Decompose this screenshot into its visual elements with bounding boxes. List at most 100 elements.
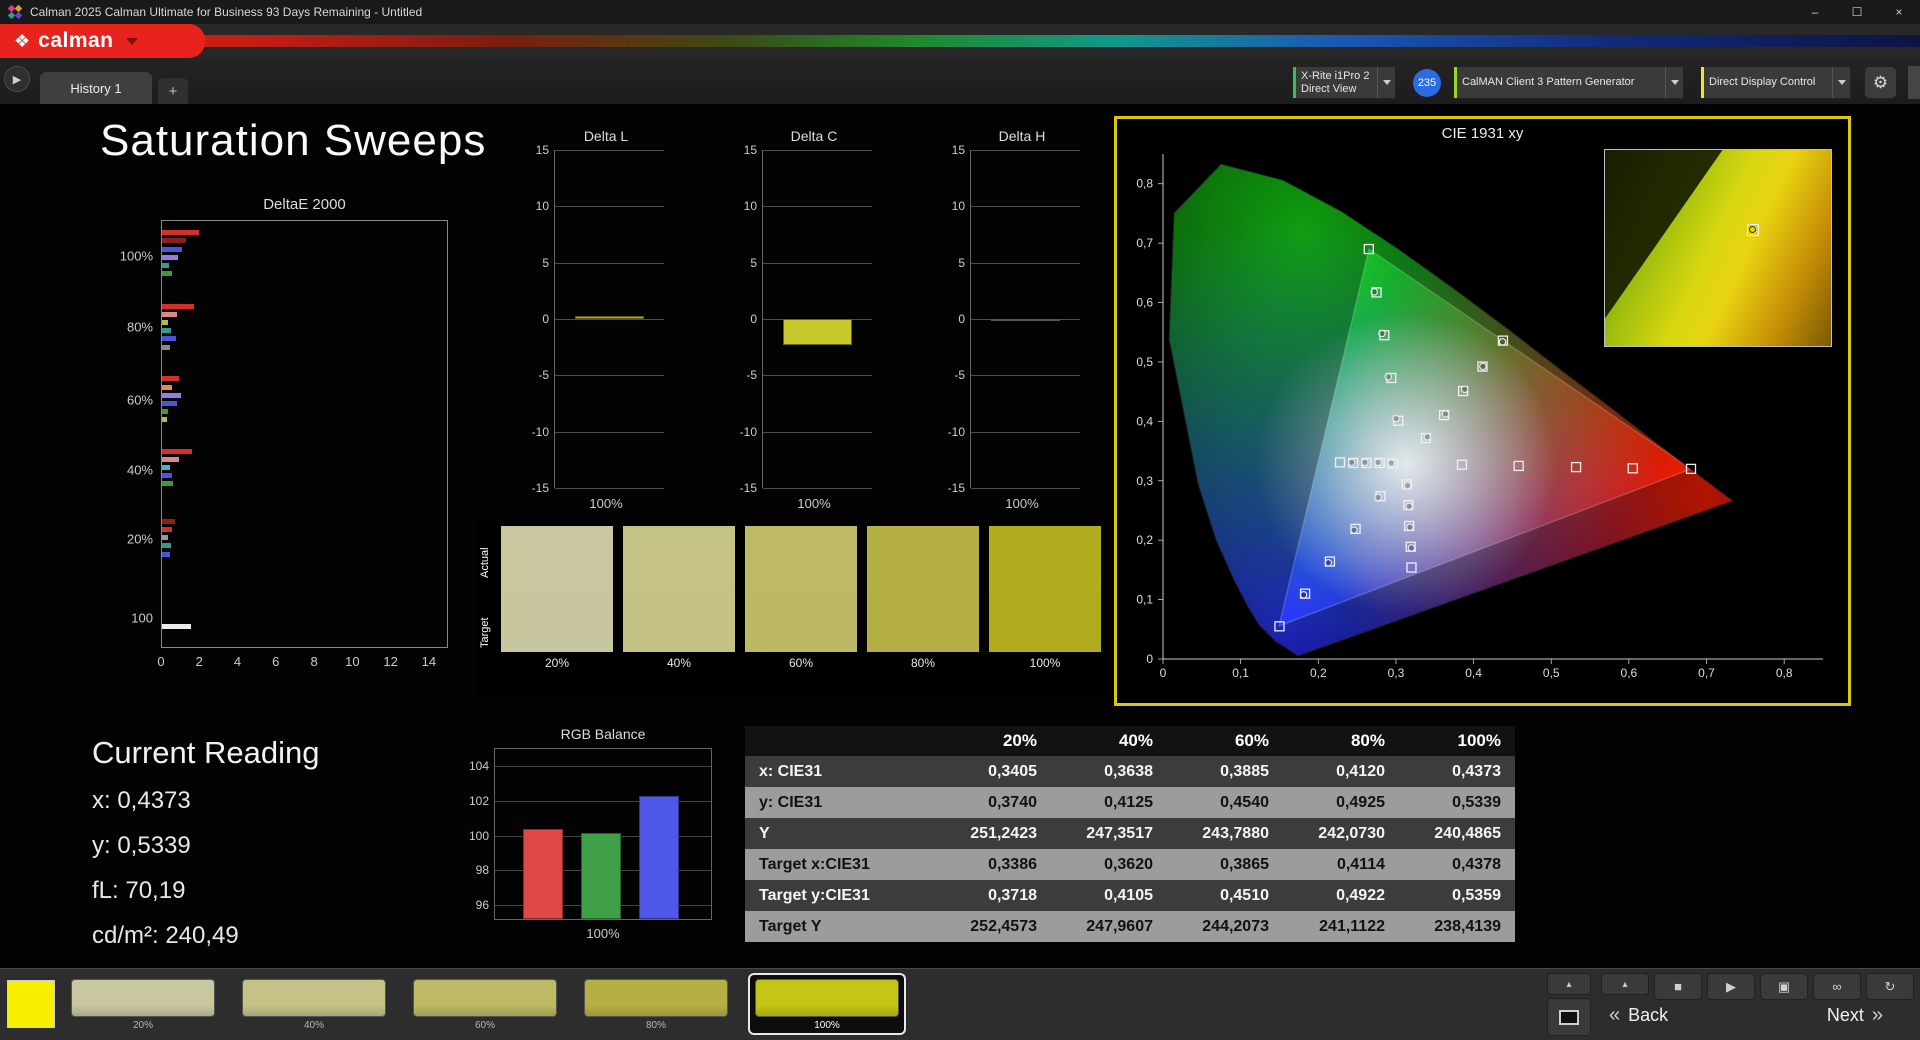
swatch-column: 40% (623, 526, 735, 670)
swatch-column: 20% (501, 526, 613, 670)
deltae-bar (162, 527, 172, 532)
pattern-button-60[interactable]: 60% (406, 973, 564, 1035)
swatch-level-label: 60% (745, 656, 857, 670)
page-title: Saturation Sweeps (100, 116, 486, 166)
display-chevron-down-icon[interactable] (1832, 67, 1850, 98)
play-button[interactable]: ▶ (1707, 973, 1755, 1000)
gridline (555, 150, 664, 151)
gridline (555, 263, 664, 264)
deltae-bar (162, 247, 182, 252)
gridline (555, 206, 664, 207)
meter-dropdown[interactable]: X-Rite i1Pro 2 Direct View (1292, 66, 1396, 99)
y-tick-label: 0 (935, 312, 965, 326)
save-button[interactable]: ▣ (1760, 973, 1808, 1000)
deltae-x-axis-labels: 02468101214 (161, 654, 448, 672)
meter-chevron-down-icon[interactable] (1377, 67, 1395, 98)
tab-bar: ▶ History 1 + X-Rite i1Pro 2 Direct View… (0, 58, 1920, 104)
svg-text:0,8: 0,8 (1776, 666, 1793, 680)
row-label: Target x:CIE31 (745, 849, 935, 880)
column-header: 80% (1283, 726, 1399, 756)
svg-text:0,3: 0,3 (1388, 666, 1405, 680)
collapse-button[interactable]: ▴ (1547, 973, 1591, 995)
edge-partial-button[interactable] (1908, 66, 1920, 99)
delta-h-plot-area: 151050-5-10-15 (970, 150, 1080, 488)
actual-swatch (623, 526, 735, 589)
pattern-button-40[interactable]: 40% (235, 973, 393, 1035)
back-arrow-icon: « (1609, 1004, 1620, 1027)
gridline (763, 432, 872, 433)
pattern-button-100[interactable]: 100% (748, 973, 906, 1035)
panel-arrow-icon: ▶ (13, 73, 21, 86)
svg-text:0,6: 0,6 (1136, 296, 1153, 310)
pattern-accent (1454, 67, 1457, 98)
gridline (555, 432, 664, 433)
pattern-chevron-down-icon[interactable] (1665, 67, 1683, 98)
reading-y: y: 0,5339 (92, 832, 319, 860)
display-control-dropdown[interactable]: Direct Display Control (1700, 66, 1851, 99)
deltae-bar (162, 417, 167, 422)
table-cell: 0,4105 (1051, 880, 1167, 911)
table-cell: 0,4125 (1051, 787, 1167, 818)
svg-text:0,5: 0,5 (1543, 666, 1560, 680)
swatch-level-label: 40% (623, 656, 735, 670)
link-button[interactable]: ∞ (1813, 973, 1861, 1000)
pattern-generator-dropdown[interactable]: CalMAN Client 3 Pattern Generator (1453, 66, 1684, 99)
maximize-icon[interactable]: ☐ (1836, 0, 1878, 24)
table-cell: 0,3620 (1051, 849, 1167, 880)
table-cell: 0,4510 (1167, 880, 1283, 911)
target-swatch (745, 589, 857, 652)
logo-menu-chevron-icon[interactable] (126, 38, 138, 45)
calman-logo[interactable]: ❖ calman (0, 24, 205, 58)
table-cell: 247,9607 (1051, 911, 1167, 942)
active-pattern-preview[interactable] (8, 981, 54, 1027)
table-row: y: CIE310,37400,41250,45400,49250,5339 (745, 787, 1515, 818)
deltae-bar (162, 263, 169, 268)
table-cell: 0,4120 (1283, 756, 1399, 787)
svg-text:0,3: 0,3 (1136, 474, 1153, 488)
collapse-button-2[interactable]: ▴ (1601, 973, 1649, 995)
stop-button[interactable]: ■ (1654, 973, 1702, 1000)
inset-locus-shade (1605, 150, 1831, 346)
table-cell: 0,3638 (1051, 756, 1167, 787)
delta-c-x-label: 100% (758, 496, 870, 511)
loop-button[interactable]: ↻ (1866, 973, 1914, 1000)
deltae-bar (162, 535, 168, 540)
settings-button[interactable]: ⚙ (1864, 66, 1897, 99)
rainbow-strip (0, 35, 1920, 47)
pattern-window-button[interactable] (1547, 998, 1591, 1036)
display-control-label: Direct Display Control (1701, 76, 1821, 89)
y-tick-label: 10 (519, 199, 549, 213)
deltae-bar (162, 624, 191, 629)
delta-bar (575, 316, 645, 319)
tab-history-1[interactable]: History 1 (40, 72, 152, 104)
table-cell: 0,3405 (935, 756, 1051, 787)
minimize-icon[interactable]: – (1794, 0, 1836, 24)
pattern-chip (413, 979, 557, 1017)
table-cell: 0,3885 (1167, 756, 1283, 787)
column-header: 40% (1051, 726, 1167, 756)
delta-c-plot-area: 151050-5-10-15 (762, 150, 872, 488)
stop-icon: ■ (1674, 979, 1682, 994)
pattern-button-80[interactable]: 80% (577, 973, 735, 1035)
add-tab-button[interactable]: + (158, 78, 188, 104)
delta-bar (783, 319, 853, 345)
transport-controls: ▴ ▴ ■ ▶ ▣ (1547, 973, 1914, 1036)
y-tick-label: 10 (935, 199, 965, 213)
actual-swatch (745, 526, 857, 589)
next-button[interactable]: Next » (1827, 1004, 1891, 1027)
meter-accent (1293, 67, 1296, 98)
history-panel-toggle[interactable]: ▶ (4, 66, 30, 92)
pattern-button-20[interactable]: 20% (64, 973, 222, 1035)
table-row: Y251,2423247,3517243,7880242,0730240,486… (745, 818, 1515, 849)
play-icon: ▶ (1726, 979, 1736, 995)
row-label: x: CIE31 (745, 756, 935, 787)
meter-count-badge[interactable]: 235 (1413, 69, 1441, 97)
table-cell: 247,3517 (1051, 818, 1167, 849)
close-icon[interactable]: × (1878, 0, 1920, 24)
row-label: Target y:CIE31 (745, 880, 935, 911)
back-button[interactable]: « Back (1601, 1004, 1668, 1027)
deltae-x-tick: 10 (345, 654, 359, 669)
swatch-level-label: 100% (989, 656, 1101, 670)
cie-1931-panel[interactable]: CIE 1931 xy (1114, 116, 1851, 706)
current-reading-panel: Current Reading x: 0,4373 y: 0,5339 fL: … (92, 735, 319, 967)
